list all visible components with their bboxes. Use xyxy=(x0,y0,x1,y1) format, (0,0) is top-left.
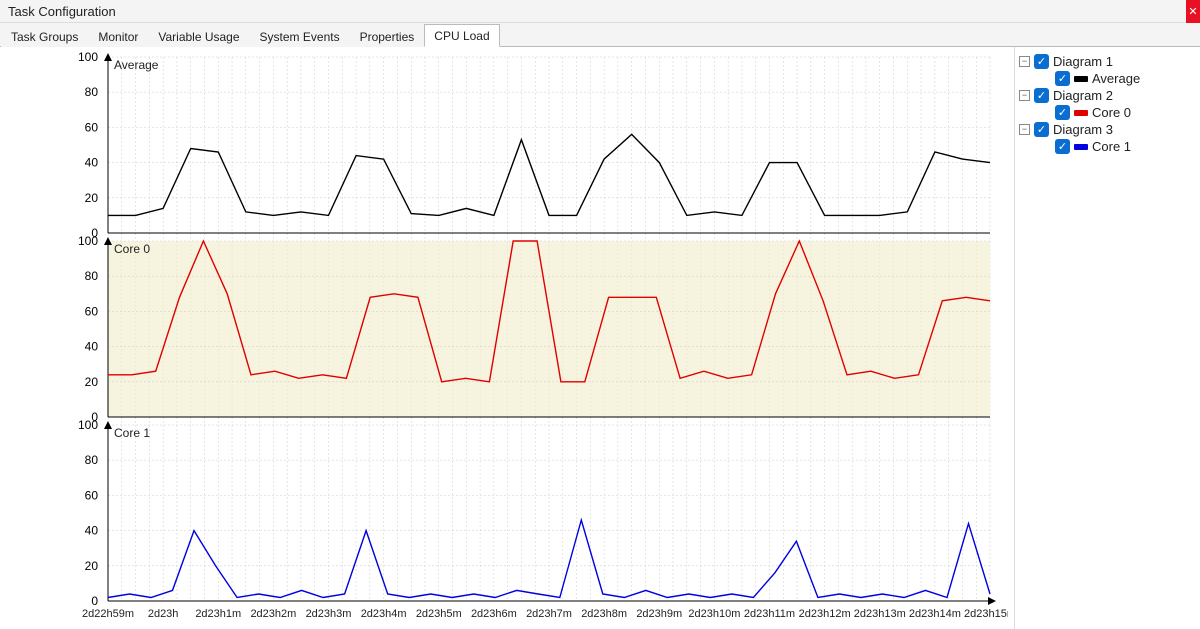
collapse-icon[interactable]: − xyxy=(1019,90,1030,101)
checkbox-icon[interactable]: ✓ xyxy=(1055,105,1070,120)
svg-text:20: 20 xyxy=(85,375,99,389)
legend-group-label: Diagram 1 xyxy=(1053,54,1113,69)
svg-text:2d23h8m: 2d23h8m xyxy=(581,608,627,620)
svg-text:2d23h5m: 2d23h5m xyxy=(416,608,462,620)
svg-text:Average: Average xyxy=(114,58,159,72)
chart-area[interactable]: 020406080100Average020406080100Core 0020… xyxy=(0,47,1014,629)
svg-text:Core 0: Core 0 xyxy=(114,242,150,256)
collapse-icon[interactable]: − xyxy=(1019,124,1030,135)
tab-bar: Task Groups Monitor Variable Usage Syste… xyxy=(0,23,1200,47)
svg-text:Core 1: Core 1 xyxy=(114,426,150,440)
legend-item-label: Core 0 xyxy=(1092,105,1131,120)
tab-variable-usage[interactable]: Variable Usage xyxy=(148,25,249,47)
svg-text:0: 0 xyxy=(91,594,98,608)
svg-text:2d23h6m: 2d23h6m xyxy=(471,608,517,620)
svg-text:100: 100 xyxy=(78,418,98,432)
checkbox-icon[interactable]: ✓ xyxy=(1034,88,1049,103)
tab-monitor[interactable]: Monitor xyxy=(88,25,148,47)
close-button[interactable]: ✕ xyxy=(1186,0,1200,23)
swatch-icon xyxy=(1074,110,1088,116)
checkbox-icon[interactable]: ✓ xyxy=(1055,71,1070,86)
svg-text:40: 40 xyxy=(85,524,99,538)
svg-text:2d23h3m: 2d23h3m xyxy=(306,608,352,620)
legend-item-core0[interactable]: ✓ Core 0 xyxy=(1019,104,1196,121)
cpu-load-chart: 020406080100Average020406080100Core 0020… xyxy=(4,51,1008,623)
svg-text:60: 60 xyxy=(85,488,99,502)
tab-properties[interactable]: Properties xyxy=(350,25,425,47)
tab-cpu-load[interactable]: CPU Load xyxy=(424,24,499,47)
svg-text:2d23h7m: 2d23h7m xyxy=(526,608,572,620)
collapse-icon[interactable]: − xyxy=(1019,56,1030,67)
svg-text:20: 20 xyxy=(85,559,99,573)
window-title: Task Configuration xyxy=(8,4,116,19)
svg-text:20: 20 xyxy=(85,191,99,205)
legend-group-diagram3[interactable]: − ✓ Diagram 3 xyxy=(1019,121,1196,138)
svg-text:2d23h11m: 2d23h11m xyxy=(744,608,795,620)
svg-text:2d23h1m: 2d23h1m xyxy=(195,608,241,620)
svg-text:2d22h59m: 2d22h59m xyxy=(82,608,134,620)
legend-group-label: Diagram 3 xyxy=(1053,122,1113,137)
svg-text:2d23h14m: 2d23h14m xyxy=(909,608,961,620)
svg-text:100: 100 xyxy=(78,51,98,64)
legend-group-label: Diagram 2 xyxy=(1053,88,1113,103)
svg-text:2d23h15m: 2d23h15m xyxy=(964,608,1008,620)
legend-item-core1[interactable]: ✓ Core 1 xyxy=(1019,138,1196,155)
svg-text:2d23h2m: 2d23h2m xyxy=(250,608,296,620)
svg-text:60: 60 xyxy=(85,120,99,134)
checkbox-icon[interactable]: ✓ xyxy=(1034,54,1049,69)
svg-text:2d23h13m: 2d23h13m xyxy=(854,608,906,620)
legend-group-diagram1[interactable]: − ✓ Diagram 1 xyxy=(1019,53,1196,70)
svg-text:40: 40 xyxy=(85,156,99,170)
legend-item-average[interactable]: ✓ Average xyxy=(1019,70,1196,87)
svg-text:80: 80 xyxy=(85,453,99,467)
svg-text:2d23h4m: 2d23h4m xyxy=(361,608,407,620)
svg-text:80: 80 xyxy=(85,269,99,283)
titlebar: Task Configuration ✕ xyxy=(0,0,1200,23)
swatch-icon xyxy=(1074,144,1088,150)
legend-item-label: Average xyxy=(1092,71,1140,86)
legend-group-diagram2[interactable]: − ✓ Diagram 2 xyxy=(1019,87,1196,104)
svg-text:60: 60 xyxy=(85,304,99,318)
svg-text:2d23h9m: 2d23h9m xyxy=(636,608,682,620)
svg-text:100: 100 xyxy=(78,234,98,248)
legend-item-label: Core 1 xyxy=(1092,139,1131,154)
legend-panel: − ✓ Diagram 1 ✓ Average − ✓ Diagram 2 ✓ … xyxy=(1014,47,1200,629)
tab-task-groups[interactable]: Task Groups xyxy=(1,25,88,47)
svg-text:2d23h10m: 2d23h10m xyxy=(688,608,740,620)
tab-system-events[interactable]: System Events xyxy=(250,25,350,47)
checkbox-icon[interactable]: ✓ xyxy=(1055,139,1070,154)
swatch-icon xyxy=(1074,76,1088,82)
svg-text:2d23h12m: 2d23h12m xyxy=(799,608,851,620)
svg-text:80: 80 xyxy=(85,85,99,99)
svg-text:2d23h: 2d23h xyxy=(148,608,179,620)
checkbox-icon[interactable]: ✓ xyxy=(1034,122,1049,137)
svg-text:40: 40 xyxy=(85,340,99,354)
